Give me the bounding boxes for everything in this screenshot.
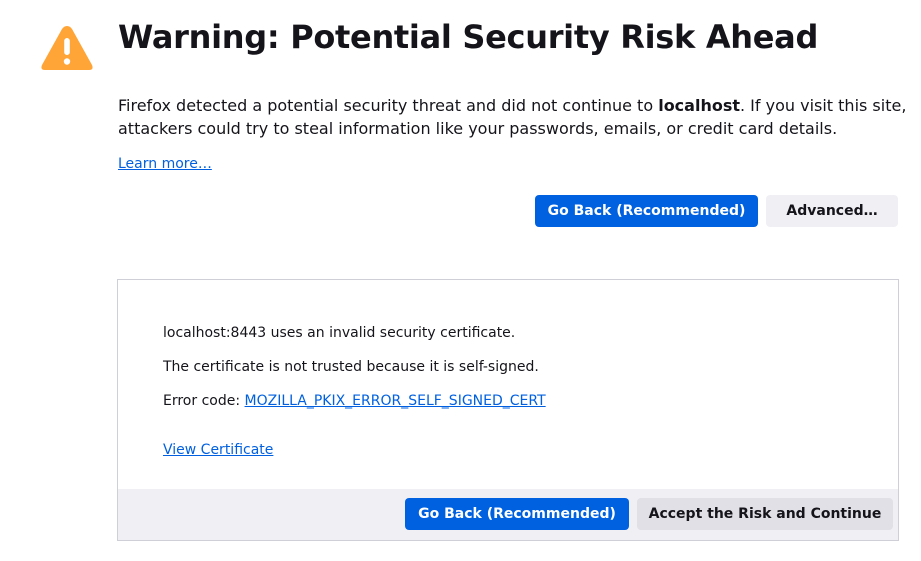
intro-host: localhost [658,96,740,115]
error-code-link[interactable]: MOZILLA_PKIX_ERROR_SELF_SIGNED_CERT [245,393,546,409]
error-code-line: Error code: MOZILLA_PKIX_ERROR_SELF_SIGN… [163,393,546,409]
advanced-button[interactable]: Advanced… [766,195,898,227]
advanced-panel-footer: Go Back (Recommended) Accept the Risk an… [118,489,898,540]
learn-more-link[interactable]: Learn more… [118,156,212,172]
warning-triangle-icon [41,26,93,70]
cert-reason-text: The certificate is not trusted because i… [163,359,539,375]
error-code-label: Error code: [163,393,245,409]
view-certificate-link[interactable]: View Certificate [163,442,273,458]
accept-risk-button[interactable]: Accept the Risk and Continue [637,498,893,530]
go-back-button[interactable]: Go Back (Recommended) [535,195,758,227]
advanced-panel: localhost:8443 uses an invalid security … [117,279,899,541]
invalid-cert-text: localhost:8443 uses an invalid security … [163,325,516,341]
go-back-button-advanced[interactable]: Go Back (Recommended) [405,498,629,530]
intro-text-before: Firefox detected a potential security th… [118,96,659,115]
page-title: Warning: Potential Security Risk Ahead [118,18,819,56]
intro-text: Firefox detected a potential security th… [118,94,908,140]
